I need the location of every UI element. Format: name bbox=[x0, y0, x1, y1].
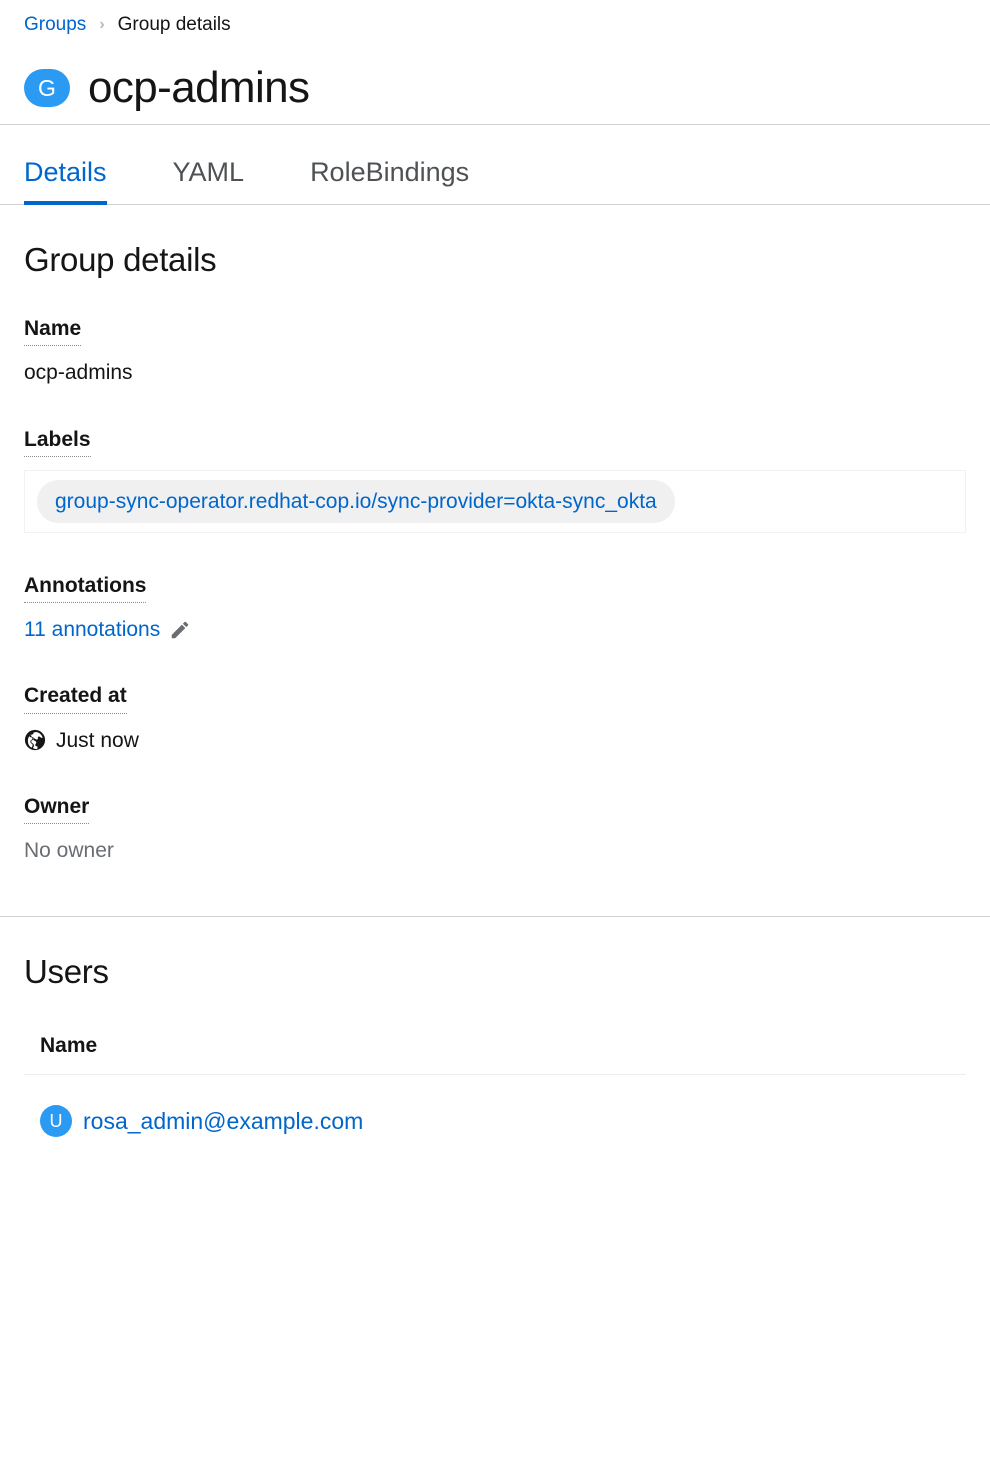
table-header-row: Name bbox=[24, 1034, 966, 1075]
page-title-row: G ocp-admins bbox=[0, 40, 990, 124]
field-labels: Labels group-sync-operator.redhat-cop.io… bbox=[24, 427, 966, 533]
tab-details[interactable]: Details bbox=[24, 159, 107, 204]
field-created-at: Created at Just now bbox=[24, 683, 966, 754]
section-spacer bbox=[0, 864, 990, 916]
group-resource-badge-icon: G bbox=[24, 69, 70, 107]
table-row: U rosa_admin@example.com bbox=[24, 1075, 966, 1138]
chevron-right-icon: › bbox=[99, 17, 104, 33]
annotations-row: 11 annotations bbox=[24, 616, 966, 643]
label-list: group-sync-operator.redhat-cop.io/sync-p… bbox=[24, 470, 966, 533]
user-cell: U rosa_admin@example.com bbox=[40, 1105, 966, 1137]
column-header-name[interactable]: Name bbox=[24, 1034, 966, 1075]
breadcrumb-current: Group details bbox=[118, 15, 231, 34]
user-resource-badge-icon: U bbox=[40, 1105, 72, 1137]
field-label-name[interactable]: Name bbox=[24, 316, 81, 346]
field-annotations: Annotations 11 annotations bbox=[24, 573, 966, 644]
group-details-section: Group details Name ocp-admins Labels gro… bbox=[0, 205, 990, 864]
users-heading: Users bbox=[24, 955, 966, 988]
breadcrumb: Groups › Group details bbox=[0, 0, 990, 40]
field-label-created-at[interactable]: Created at bbox=[24, 683, 127, 713]
page-title: ocp-admins bbox=[88, 66, 309, 110]
group-details-heading: Group details bbox=[24, 243, 966, 276]
users-section: Users Name U rosa_admin@example.com bbox=[0, 917, 990, 1137]
globe-icon bbox=[24, 729, 46, 751]
annotations-link[interactable]: 11 annotations bbox=[24, 616, 160, 643]
field-owner: Owner No owner bbox=[24, 794, 966, 865]
field-value-name: ocp-admins bbox=[24, 359, 966, 386]
field-label-owner[interactable]: Owner bbox=[24, 794, 89, 824]
users-table: Name U rosa_admin@example.com bbox=[24, 1034, 966, 1137]
field-label-annotations[interactable]: Annotations bbox=[24, 573, 146, 603]
pencil-icon[interactable] bbox=[169, 619, 191, 641]
created-at-value: Just now bbox=[56, 727, 139, 754]
table-cell-name: U rosa_admin@example.com bbox=[24, 1075, 966, 1138]
created-at-row: Just now bbox=[24, 727, 966, 754]
field-value-owner: No owner bbox=[24, 837, 966, 864]
field-name: Name ocp-admins bbox=[24, 316, 966, 387]
user-link[interactable]: rosa_admin@example.com bbox=[83, 1108, 363, 1135]
field-label-labels[interactable]: Labels bbox=[24, 427, 91, 457]
breadcrumb-link-groups[interactable]: Groups bbox=[24, 15, 86, 34]
tab-bar: Details YAML RoleBindings bbox=[0, 125, 990, 205]
tab-yaml[interactable]: YAML bbox=[173, 159, 245, 204]
tab-rolebindings[interactable]: RoleBindings bbox=[310, 159, 469, 204]
label-chip[interactable]: group-sync-operator.redhat-cop.io/sync-p… bbox=[37, 480, 675, 523]
